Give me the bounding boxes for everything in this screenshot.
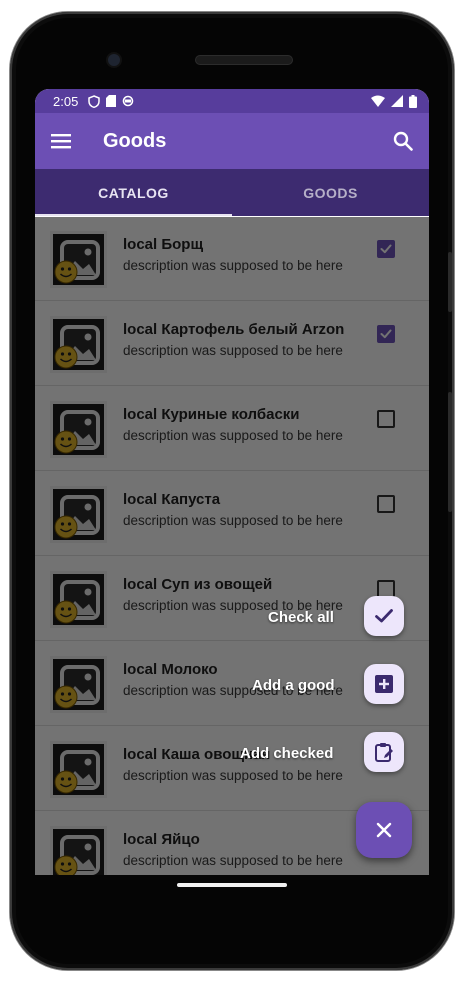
status-time: 2:05 (53, 93, 79, 109)
home-indicator[interactable] (177, 883, 287, 887)
tab-catalog[interactable]: CATALOG (35, 169, 232, 216)
search-button[interactable] (387, 125, 419, 157)
check-all-button[interactable] (364, 596, 404, 636)
earpiece-speaker (196, 56, 292, 64)
status-left-icons (88, 94, 134, 108)
fab-menu-scrim[interactable]: Check all Add a good Add checked (35, 217, 429, 875)
battery-icon (409, 94, 417, 108)
add-good-button[interactable] (364, 664, 404, 704)
front-camera (108, 54, 120, 66)
status-right-icons (371, 94, 417, 108)
volume-button (448, 252, 452, 312)
search-icon (393, 131, 413, 151)
check-all-row: Check all (268, 609, 334, 626)
wifi-icon (371, 95, 385, 107)
add-good-label: Add a good (252, 677, 335, 694)
menu-button[interactable] (35, 113, 87, 169)
check-all-label: Check all (268, 609, 334, 626)
close-fab-button[interactable] (356, 802, 412, 858)
add-checked-label: Add checked (240, 745, 334, 762)
add-checked-button[interactable] (364, 732, 404, 772)
check-icon (375, 609, 393, 623)
clipboard-edit-icon (375, 743, 393, 762)
shield-icon (88, 94, 101, 108)
add-box-icon (375, 675, 393, 693)
app-screen: 2:05 Goods CATALOG GOODS Check all Add a… (35, 89, 429, 875)
add-good-row: Add a good (252, 677, 335, 694)
close-icon (376, 822, 392, 838)
menu-icon (51, 134, 71, 149)
power-button (448, 392, 452, 512)
page-title: Goods (103, 129, 167, 152)
signal-icon (391, 95, 403, 107)
sync-icon (123, 95, 134, 107)
status-bar: 2:05 (35, 89, 429, 113)
tab-bar: CATALOG GOODS (35, 169, 429, 216)
app-toolbar: Goods (35, 113, 429, 169)
add-checked-row: Add checked (240, 745, 333, 762)
sd-card-icon (106, 95, 117, 107)
tab-goods[interactable]: GOODS (232, 169, 429, 216)
